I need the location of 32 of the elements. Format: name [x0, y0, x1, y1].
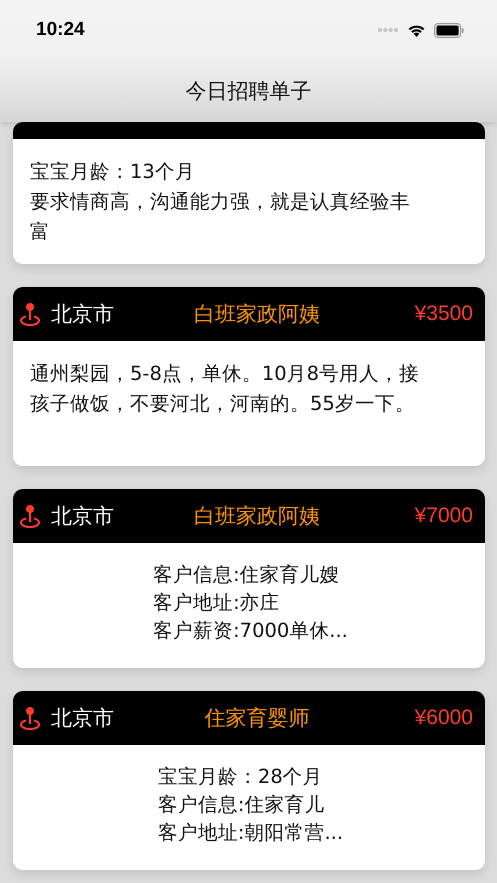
job-description-line: 客户信息:住家育儿	[158, 792, 326, 818]
job-card[interactable]: 北京市 白班家政阿姨 ¥3500 通州梨园，5-8点，单休。10月8号用人，接 孩子做饭，不要河北，河南的。55岁一下。	[13, 287, 485, 466]
job-title: 白班家政阿姨	[193, 503, 321, 530]
job-description-line: 宝宝月龄：13个月	[30, 159, 196, 185]
salary-label: ¥6000	[414, 706, 473, 730]
job-description-line: 要求情商高，沟通能力强，就是认真经验丰	[30, 189, 411, 215]
city-label: 北京市	[51, 705, 115, 732]
job-description-line: 客户地址:亦庄	[153, 590, 281, 616]
job-description-line: 客户薪资:7000单休...	[153, 618, 348, 644]
job-card[interactable]: 宝宝月龄：13个月 要求情商高，沟通能力强，就是认真经验丰 富	[13, 122, 485, 264]
job-title: 住家育婴师	[204, 705, 310, 732]
job-card[interactable]: 北京市 白班家政阿姨 ¥7000 客户信息:住家育儿嫂 客户地址:亦庄 客户薪资:7000单休...	[13, 489, 485, 668]
nav-title: 今日招聘单子	[186, 78, 312, 105]
job-description-line: 客户信息:住家育儿嫂	[153, 562, 341, 588]
location-pin-icon	[19, 504, 41, 528]
job-card[interactable]: 北京市 住家育婴师 ¥6000 宝宝月龄：28个月 客户信息:住家育儿 客户地址:朝阳常营...	[13, 691, 485, 870]
city-label: 北京市	[51, 503, 115, 530]
job-title: 白班家政阿姨	[193, 301, 321, 328]
signal-icon	[377, 27, 399, 33]
job-description-line: 富	[30, 219, 51, 245]
salary-label: ¥3500	[414, 302, 473, 326]
location-pin-icon	[19, 706, 41, 730]
wifi-icon	[407, 23, 426, 37]
status-time: 10:24	[36, 19, 85, 41]
city-label: 北京市	[51, 301, 115, 328]
job-description-line: 孩子做饭，不要河北，河南的。55岁一下。	[30, 391, 416, 417]
job-description-line: 宝宝月龄：28个月	[158, 764, 324, 790]
salary-label: ¥7000	[414, 504, 473, 528]
location-pin-icon	[19, 302, 41, 326]
battery-icon	[434, 22, 464, 38]
job-description-line: 通州梨园，5-8点，单休。10月8号用人，接	[30, 361, 420, 387]
job-description-line: 客户地址:朝阳常营...	[158, 820, 344, 846]
